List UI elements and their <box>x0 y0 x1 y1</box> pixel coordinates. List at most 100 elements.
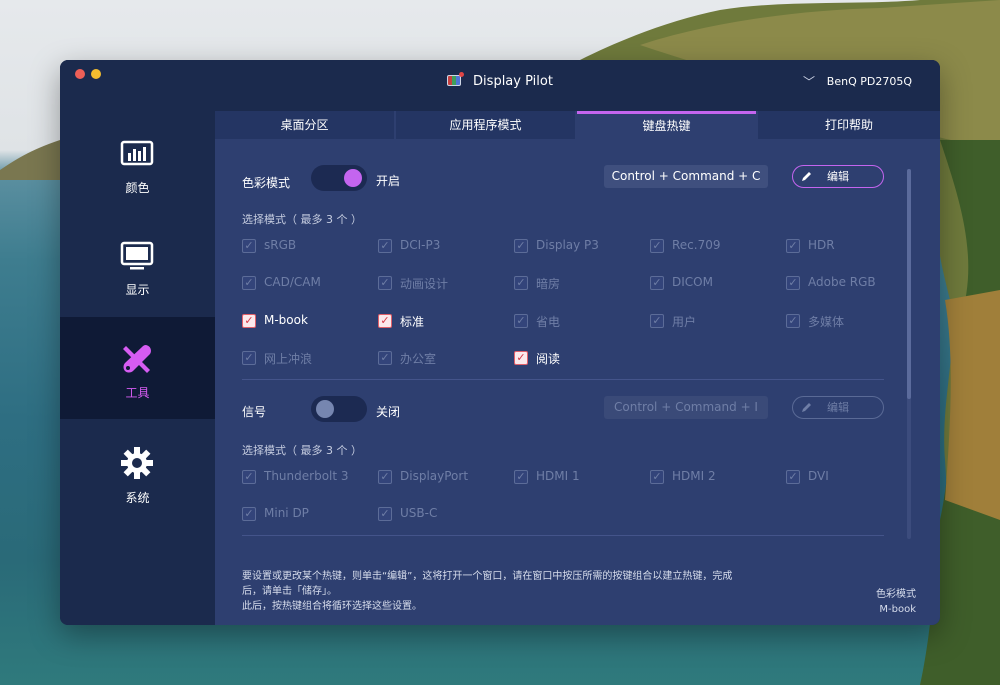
checkbox-box: ✓ <box>242 507 256 521</box>
checkbox-label: 标准 <box>400 315 425 329</box>
checkbox-box: ✓ <box>514 314 528 328</box>
help-line: 此后，按热键组合将循环选择这些设置。 <box>242 601 422 612</box>
checkbox-label: DisplayPort <box>400 469 469 483</box>
checkbox-box: ✓ <box>242 314 256 328</box>
gear-icon <box>121 447 153 479</box>
toggle-knob <box>344 169 362 187</box>
help-line: 要设置或更改某个热键，则单击“编辑”，这将打开一个窗口，请在窗口中按压所需的按键… <box>242 571 733 582</box>
monitor-selector[interactable]: BenQ PD2705Q <box>827 75 912 88</box>
status-label: 色彩模式 <box>876 589 916 600</box>
tab-app-mode[interactable]: 应用程序模式 <box>396 111 575 139</box>
signal-edit-button[interactable]: 编辑 <box>792 396 884 419</box>
app-window: Display Pilot ﹀ BenQ PD2705Q 颜色 显示 工具 系统… <box>60 60 940 625</box>
app-logo-icon <box>447 72 465 86</box>
checkbox-label: 用户 <box>672 315 697 329</box>
checkbox-label: DCI-P3 <box>400 238 441 252</box>
checkbox-box: ✓ <box>786 470 800 484</box>
color-mode-hotkey: Control + Command + C <box>604 165 768 188</box>
sidebar-item-color[interactable]: 颜色 <box>60 104 215 206</box>
pencil-icon <box>802 403 811 412</box>
checkbox-label: Thunderbolt 3 <box>264 469 349 483</box>
sidebar-item-label: 工具 <box>125 386 150 400</box>
tab-desktop-partition[interactable]: 桌面分区 <box>215 111 394 139</box>
signal-toggle-state: 关闭 <box>376 405 401 419</box>
color-chart-icon <box>120 140 154 166</box>
checkbox-label: HDMI 2 <box>672 469 716 483</box>
app-title-text: Display Pilot <box>473 74 553 89</box>
checkbox-box: ✓ <box>650 314 664 328</box>
checkbox-box: ✓ <box>378 507 392 521</box>
section-divider <box>242 379 884 380</box>
checkbox-label: sRGB <box>264 238 297 252</box>
checkbox-box: ✓ <box>786 314 800 328</box>
checkbox-box: ✓ <box>378 276 392 290</box>
checkbox-box: ✓ <box>786 276 800 290</box>
color-mode-toggle[interactable] <box>311 165 367 191</box>
checkbox-label: Rec.709 <box>672 238 721 252</box>
main-panel: 桌面分区 应用程序模式 键盘热键 打印帮助 色彩模式 开启 Control + … <box>215 111 940 625</box>
signal-hotkey: Control + Command + I <box>604 396 768 419</box>
checkbox-box: ✓ <box>514 351 528 365</box>
monitor-icon <box>120 241 154 270</box>
sidebar-item-tools[interactable]: 工具 <box>60 317 215 419</box>
checkbox-label: 多媒体 <box>808 315 845 329</box>
color-mode-title: 色彩模式 <box>242 176 291 190</box>
hotkey-content: 色彩模式 开启 Control + Command + C 编辑 选择模式（ 最… <box>215 139 940 625</box>
vertical-scrollbar[interactable] <box>907 169 911 539</box>
tab-bar: 桌面分区 应用程序模式 键盘热键 打印帮助 <box>215 111 940 139</box>
checkbox-label: M-book <box>264 313 308 327</box>
tab-print-help[interactable]: 打印帮助 <box>758 111 940 139</box>
checkbox-box: ✓ <box>514 470 528 484</box>
status-value: M-book <box>879 604 916 615</box>
scrollbar-thumb[interactable] <box>907 169 911 399</box>
checkbox-box: ✓ <box>378 239 392 253</box>
chevron-down-icon[interactable]: ﹀ <box>803 73 815 90</box>
signal-select-label: 选择模式（ 最多 3 个 ） <box>242 444 362 457</box>
help-line: 后，请单击「储存」。 <box>242 586 337 597</box>
checkbox-label: Adobe RGB <box>808 275 876 289</box>
checkbox-label: 办公室 <box>400 352 437 366</box>
signal-title: 信号 <box>242 405 267 419</box>
checkbox-label: HDMI 1 <box>536 469 580 483</box>
checkbox-box: ✓ <box>650 239 664 253</box>
color-mode-toggle-state: 开启 <box>376 174 401 188</box>
checkbox-label: 暗房 <box>536 277 561 291</box>
checkbox-label: DICOM <box>672 275 713 289</box>
sidebar-item-display[interactable]: 显示 <box>60 206 215 308</box>
color-mode-select-label: 选择模式（ 最多 3 个 ） <box>242 213 362 226</box>
checkbox-box: ✓ <box>378 470 392 484</box>
checkbox-box: ✓ <box>786 239 800 253</box>
checkbox-box: ✓ <box>378 351 392 365</box>
checkbox-box: ✓ <box>650 276 664 290</box>
checkbox-label: 省电 <box>536 315 561 329</box>
sidebar: 颜色 显示 工具 系统 <box>60 104 215 625</box>
checkbox-label: Mini DP <box>264 506 309 520</box>
tools-icon <box>123 345 151 373</box>
current-mode-status: 色彩模式 M-book <box>876 587 916 617</box>
checkbox-box: ✓ <box>650 470 664 484</box>
checkbox-label: CAD/CAM <box>264 275 321 289</box>
checkbox-label: USB-C <box>400 506 438 520</box>
checkbox-label: 动画设计 <box>400 277 449 291</box>
sidebar-item-label: 显示 <box>125 283 150 297</box>
edit-button-label: 编辑 <box>827 170 849 183</box>
section-divider <box>242 535 884 536</box>
tab-keyboard-hotkeys[interactable]: 键盘热键 <box>577 111 756 139</box>
checkbox-box: ✓ <box>514 276 528 290</box>
edit-button-label: 编辑 <box>827 401 849 414</box>
pencil-icon <box>802 172 811 181</box>
toggle-knob <box>316 400 334 418</box>
checkbox-box: ✓ <box>378 314 392 328</box>
checkbox-box: ✓ <box>242 276 256 290</box>
checkbox-box: ✓ <box>242 470 256 484</box>
title-bar: Display Pilot ﹀ BenQ PD2705Q <box>60 60 940 104</box>
checkbox-label: HDR <box>808 238 835 252</box>
checkbox-box: ✓ <box>242 239 256 253</box>
signal-toggle[interactable] <box>311 396 367 422</box>
checkbox-label: 阅读 <box>536 352 561 366</box>
checkbox-label: DVI <box>808 469 829 483</box>
checkbox-label: 网上冲浪 <box>264 352 313 366</box>
sidebar-item-system[interactable]: 系统 <box>60 419 215 521</box>
checkbox-box: ✓ <box>514 239 528 253</box>
color-mode-edit-button[interactable]: 编辑 <box>792 165 884 188</box>
